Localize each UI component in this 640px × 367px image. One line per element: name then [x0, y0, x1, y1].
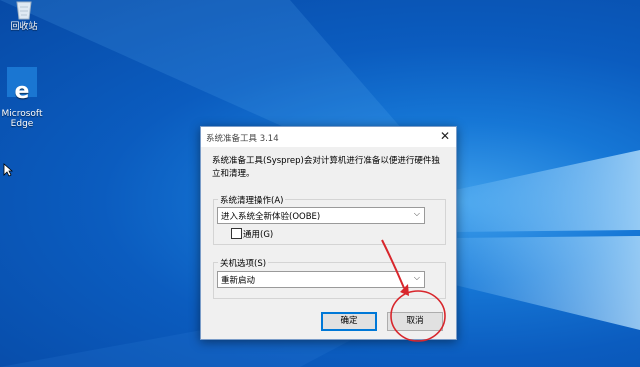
shutdown-option-select[interactable]: 重新启动 ⌵	[217, 271, 425, 288]
cleanup-group: 系统清理操作(A) 进入系统全新体验(OOBE) ⌵ 通用(G)	[213, 194, 446, 245]
generalize-checkbox[interactable]	[231, 228, 242, 239]
cleanup-group-label: 系统清理操作(A)	[218, 194, 286, 206]
cleanup-action-select[interactable]: 进入系统全新体验(OOBE) ⌵	[217, 207, 425, 224]
shutdown-option-value: 重新启动	[221, 276, 256, 286]
desktop-icon-label: 回收站	[10, 22, 38, 32]
cleanup-action-value: 进入系统全新体验(OOBE)	[221, 212, 321, 222]
shutdown-group: 关机选项(S) 重新启动 ⌵	[213, 257, 446, 299]
close-icon[interactable]: ✕	[438, 129, 452, 143]
desktop-icon-recycle-bin[interactable]: 回收站	[0, 0, 48, 32]
chevron-down-icon: ⌵	[413, 209, 420, 218]
shutdown-group-label: 关机选项(S)	[218, 257, 269, 269]
desktop-icon-edge[interactable]: e Microsoft Edge	[0, 57, 46, 129]
edge-icon: e	[7, 67, 37, 104]
dialog-description: 系统准备工具(Sysprep)会对计算机进行准备以便进行硬件独立和清理。	[212, 156, 440, 179]
cancel-button[interactable]: 取消	[387, 312, 443, 331]
mouse-cursor-icon	[3, 163, 13, 177]
chevron-down-icon: ⌵	[413, 273, 420, 282]
dialog-titlebar[interactable]: 系统准备工具 3.14 ✕	[201, 127, 456, 147]
sysprep-dialog: 系统准备工具 3.14 ✕ 系统准备工具(Sysprep)会对计算机进行准备以便…	[200, 126, 457, 340]
desktop-icon-label: Microsoft Edge	[1, 109, 43, 129]
dialog-title: 系统准备工具 3.14	[206, 134, 279, 144]
generalize-label[interactable]: 通用(G)	[243, 228, 273, 240]
recycle-bin-icon	[13, 0, 35, 20]
ok-button[interactable]: 确定	[321, 312, 377, 331]
